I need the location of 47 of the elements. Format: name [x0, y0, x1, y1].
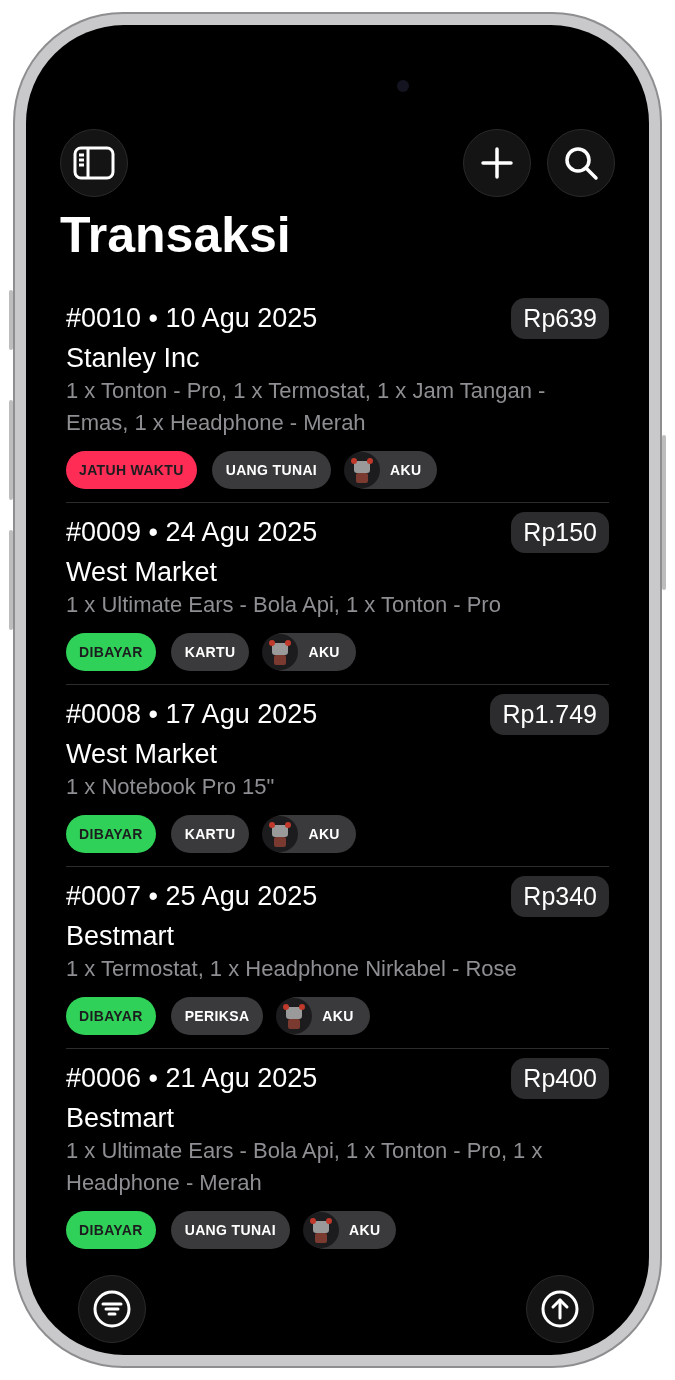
payment-badge: UANG TUNAI — [170, 1211, 291, 1249]
amount-badge: Rp400 — [511, 1058, 609, 1099]
avatar-icon — [262, 816, 299, 852]
search-icon — [563, 145, 599, 181]
amount-badge: Rp150 — [511, 512, 609, 553]
status-badge: DIBAYAR — [66, 1211, 156, 1249]
sidebar-icon — [73, 146, 115, 180]
arrow-up-icon — [541, 1290, 579, 1328]
amount-badge: Rp1.749 — [490, 694, 609, 735]
status-badge: DIBAYAR — [66, 815, 156, 853]
customer-name: Bestmart — [66, 1102, 176, 1135]
filter-icon — [93, 1290, 131, 1328]
avatar-icon — [262, 634, 299, 670]
customer-name: Stanley Inc — [66, 342, 201, 375]
avatar-icon — [303, 1212, 340, 1248]
payment-badge: PERIKSA — [170, 997, 264, 1035]
transaction-header: #0009 • 24 Agu 2025 — [66, 516, 318, 550]
user-badge: AKU — [264, 633, 356, 671]
customer-name: Bestmart — [66, 920, 176, 953]
status-badge: JATUH WAKTU — [66, 451, 197, 489]
transaction-header: #0010 • 10 Agu 2025 — [66, 302, 318, 336]
transaction-header: #0008 • 17 Agu 2025 — [66, 698, 318, 732]
status-badge: DIBAYAR — [66, 997, 156, 1035]
user-badge: AKU — [346, 451, 438, 489]
amount-badge: Rp639 — [511, 298, 609, 339]
avatar-icon — [276, 998, 313, 1034]
item-list: 1 x Termostat, 1 x Headphone Nirkabel - Rose — [66, 953, 609, 985]
item-list: 1 x Ultimate Ears - Bola Api, 1 x Tonton - Pro, 1 x Headphone - Merah — [66, 1135, 609, 1199]
user-badge: AKU — [264, 815, 356, 853]
item-list: 1 x Ultimate Ears - Bola Api, 1 x Tonton - Pro — [66, 589, 609, 621]
item-list: 1 x Notebook Pro 15" — [66, 771, 609, 803]
item-list: 1 x Tonton - Pro, 1 x Termostat, 1 x Jam Tangan - Emas, 1 x Headphone - Merah — [66, 375, 609, 439]
user-badge: AKU — [278, 997, 370, 1035]
payment-badge: KARTU — [170, 815, 250, 853]
transaction-header: #0006 • 21 Agu 2025 — [66, 1062, 318, 1096]
payment-badge: UANG TUNAI — [211, 451, 332, 489]
page-title: Transaksi — [59, 206, 292, 265]
amount-badge: Rp340 — [511, 876, 609, 917]
avatar-icon — [344, 452, 381, 488]
camera-icon — [396, 80, 409, 92]
plus-icon — [481, 147, 513, 179]
transaction-header: #0007 • 25 Agu 2025 — [66, 880, 318, 914]
customer-name: West Market — [66, 738, 219, 771]
customer-name: West Market — [66, 556, 219, 589]
status-badge: DIBAYAR — [66, 633, 156, 671]
payment-badge: KARTU — [170, 633, 250, 671]
user-badge: AKU — [305, 1211, 397, 1249]
